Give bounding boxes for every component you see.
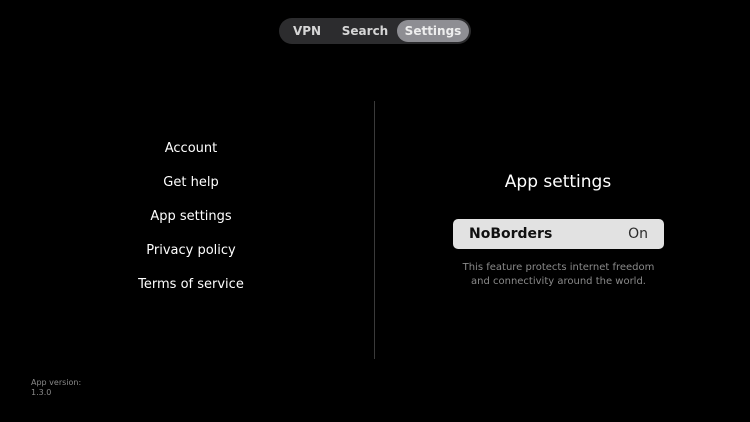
- tab-settings[interactable]: Settings: [397, 20, 469, 42]
- vertical-divider: [374, 101, 375, 359]
- top-tab-bar: VPN Search Settings: [279, 18, 471, 44]
- app-version-label: App version:: [31, 378, 82, 387]
- setting-value: On: [628, 226, 648, 242]
- settings-menu: Account Get help App settings Privacy po…: [91, 138, 291, 308]
- panel-title: App settings: [504, 172, 612, 192]
- menu-item-get-help[interactable]: Get help: [91, 172, 291, 206]
- tab-search[interactable]: Search: [333, 20, 397, 42]
- menu-item-terms-of-service[interactable]: Terms of service: [91, 274, 291, 308]
- menu-item-privacy-policy[interactable]: Privacy policy: [91, 240, 291, 274]
- tab-vpn[interactable]: VPN: [281, 20, 333, 42]
- setting-label: NoBorders: [469, 226, 553, 242]
- menu-item-app-settings[interactable]: App settings: [91, 206, 291, 240]
- app-version-number: 1.3.0: [31, 388, 52, 397]
- setting-description: This feature protects internet freedom a…: [462, 262, 655, 287]
- noborders-setting-row[interactable]: NoBorders On: [453, 219, 664, 249]
- menu-item-account[interactable]: Account: [91, 138, 291, 172]
